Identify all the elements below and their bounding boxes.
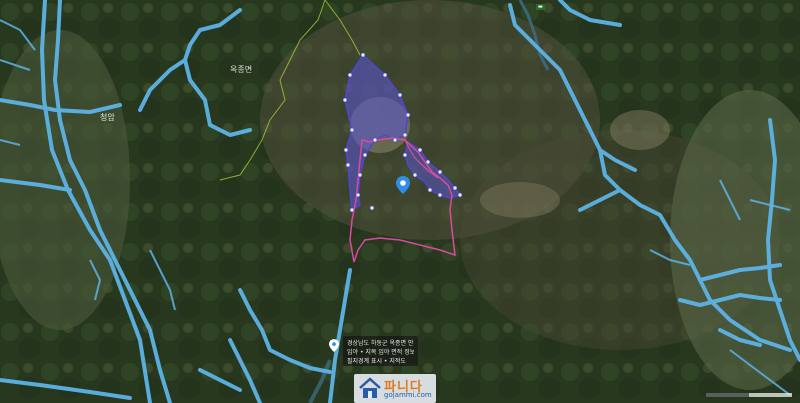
bare-slope [480,182,560,218]
place-label: 옥종면 [230,65,253,74]
info-callout[interactable]: 경상남도 하동군 옥종면 안계리 산 임야 • 지목 임야 면적 정보 필지경계… [343,336,418,366]
callout-line-2: 임야 • 지목 임야 면적 정보 [347,349,414,356]
callout-line-3: 필지경계 표시 • 지적도 [347,358,406,365]
callout-line-1: 경상남도 하동군 옥종면 안계리 산 [347,340,414,347]
place-label: 청암 [100,113,115,122]
satellite-map[interactable]: 경상남도 하동군 옥종면 안계리 산 임야 • 지목 임야 면적 정보 필지경계… [0,0,800,403]
watermark-domain: gojammi.com [384,391,432,399]
house-icon [359,377,381,398]
watermark-logo: 파니다 gojammi.com [354,374,436,403]
map-pin-icon[interactable] [396,176,410,194]
road-sign-icon: ▬ [536,4,545,10]
scale-bar [706,393,792,397]
bare-slope [610,110,670,150]
callout-pin-icon[interactable] [329,339,339,352]
